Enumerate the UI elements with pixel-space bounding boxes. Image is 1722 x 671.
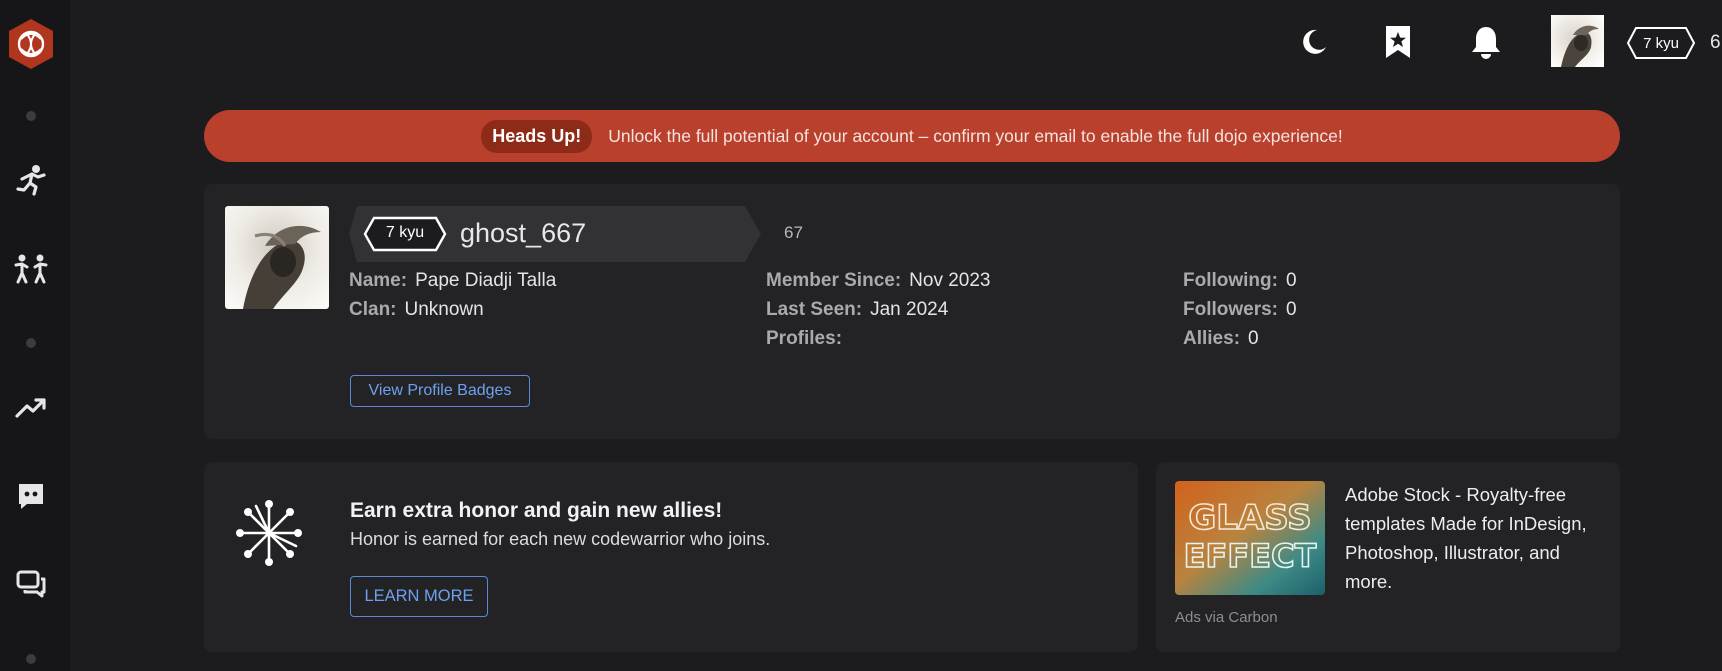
stat-value: Unknown bbox=[404, 299, 484, 320]
rank-badge-top[interactable]: 7 kyu bbox=[1626, 26, 1696, 60]
rank-badge: 7 kyu bbox=[363, 216, 447, 252]
discussion-icon[interactable] bbox=[0, 564, 62, 604]
ad-image-text-1: GLASS bbox=[1188, 498, 1311, 538]
banner-message: Unlock the full potential of your accoun… bbox=[608, 125, 1343, 146]
sidebar-divider-dot bbox=[0, 337, 62, 349]
rank-label: 7 kyu bbox=[1643, 34, 1679, 52]
stat-value: 0 bbox=[1248, 328, 1259, 349]
stat-label: Last Seen: bbox=[766, 299, 863, 320]
stat-last-seen: Last Seen: Jan 2024 bbox=[766, 299, 948, 321]
stat-member-since: Member Since: Nov 2023 bbox=[766, 270, 991, 292]
stat-followers[interactable]: Followers: 0 bbox=[1183, 299, 1297, 321]
username: ghost_667 bbox=[460, 218, 587, 248]
sidebar-divider-dot bbox=[0, 653, 62, 665]
stat-value: 0 bbox=[1285, 270, 1297, 291]
carbon-ad: GLASS EFFECT Adobe Stock - Royalty-free … bbox=[1156, 462, 1620, 652]
referral-title: Earn extra honor and gain new allies! bbox=[350, 499, 723, 522]
stat-label: Name: bbox=[349, 270, 408, 291]
view-profile-badges-button[interactable]: View Profile Badges bbox=[350, 375, 530, 407]
stat-clan: Clan: Unknown bbox=[349, 299, 484, 321]
banner-tag: Heads Up! bbox=[481, 119, 593, 153]
honor-count-top: 6 bbox=[1710, 32, 1721, 53]
email-confirm-banner: Heads Up! Unlock the full potential of y… bbox=[204, 110, 1620, 162]
stat-label: Member Since: bbox=[766, 270, 902, 291]
codewars-logo-icon[interactable] bbox=[0, 17, 62, 71]
stat-value: 0 bbox=[1286, 299, 1297, 320]
profile-name-bar: 7 kyu ghost_667 bbox=[349, 206, 761, 262]
profile-avatar bbox=[225, 206, 329, 309]
stat-following[interactable]: Following: 0 bbox=[1183, 270, 1297, 292]
user-avatar[interactable] bbox=[1551, 15, 1604, 67]
ad-text[interactable]: Adobe Stock - Royalty-free templates Mad… bbox=[1345, 480, 1605, 596]
stat-label: Profiles: bbox=[766, 328, 843, 349]
sparring-icon[interactable] bbox=[0, 248, 62, 288]
stat-value: Jan 2024 bbox=[870, 299, 949, 320]
stat-value: Pape Diadji Talla bbox=[415, 270, 557, 291]
stat-name: Name: Pape Diadji Talla bbox=[349, 270, 556, 292]
stat-label: Following: bbox=[1183, 270, 1278, 291]
stat-label: Allies: bbox=[1183, 328, 1241, 349]
honor-value: 67 bbox=[784, 223, 803, 242]
bookmark-icon[interactable] bbox=[1380, 22, 1416, 62]
moon-icon[interactable] bbox=[1296, 24, 1332, 60]
sidebar bbox=[0, 0, 70, 671]
profile-card: 7 kyu ghost_667 67 Name: Pape Diadji Tall… bbox=[204, 184, 1620, 439]
learn-more-button[interactable]: LEARN MORE bbox=[350, 576, 488, 617]
discord-icon[interactable] bbox=[0, 476, 62, 516]
rank-badge-label: 7 kyu bbox=[385, 224, 425, 241]
referral-subtitle: Honor is earned for each new codewarrior… bbox=[350, 529, 771, 549]
stat-value: Nov 2023 bbox=[909, 270, 991, 291]
bell-icon[interactable] bbox=[1466, 22, 1506, 62]
practice-icon[interactable] bbox=[0, 160, 62, 200]
referral-card: Earn extra honor and gain new allies! Ho… bbox=[204, 462, 1138, 652]
ad-image[interactable]: GLASS EFFECT bbox=[1175, 481, 1325, 595]
stat-label: Clan: bbox=[349, 299, 397, 320]
ad-image-text-2: EFFECT bbox=[1184, 537, 1317, 575]
ad-via-carbon[interactable]: Ads via Carbon bbox=[1175, 609, 1278, 626]
sidebar-divider-dot bbox=[0, 110, 62, 122]
stat-allies[interactable]: Allies: 0 bbox=[1183, 328, 1259, 350]
stat-profiles: Profiles: bbox=[766, 328, 850, 350]
stat-label: Followers: bbox=[1183, 299, 1279, 320]
honor-network-icon bbox=[234, 498, 304, 568]
leaderboard-icon[interactable] bbox=[0, 388, 62, 428]
